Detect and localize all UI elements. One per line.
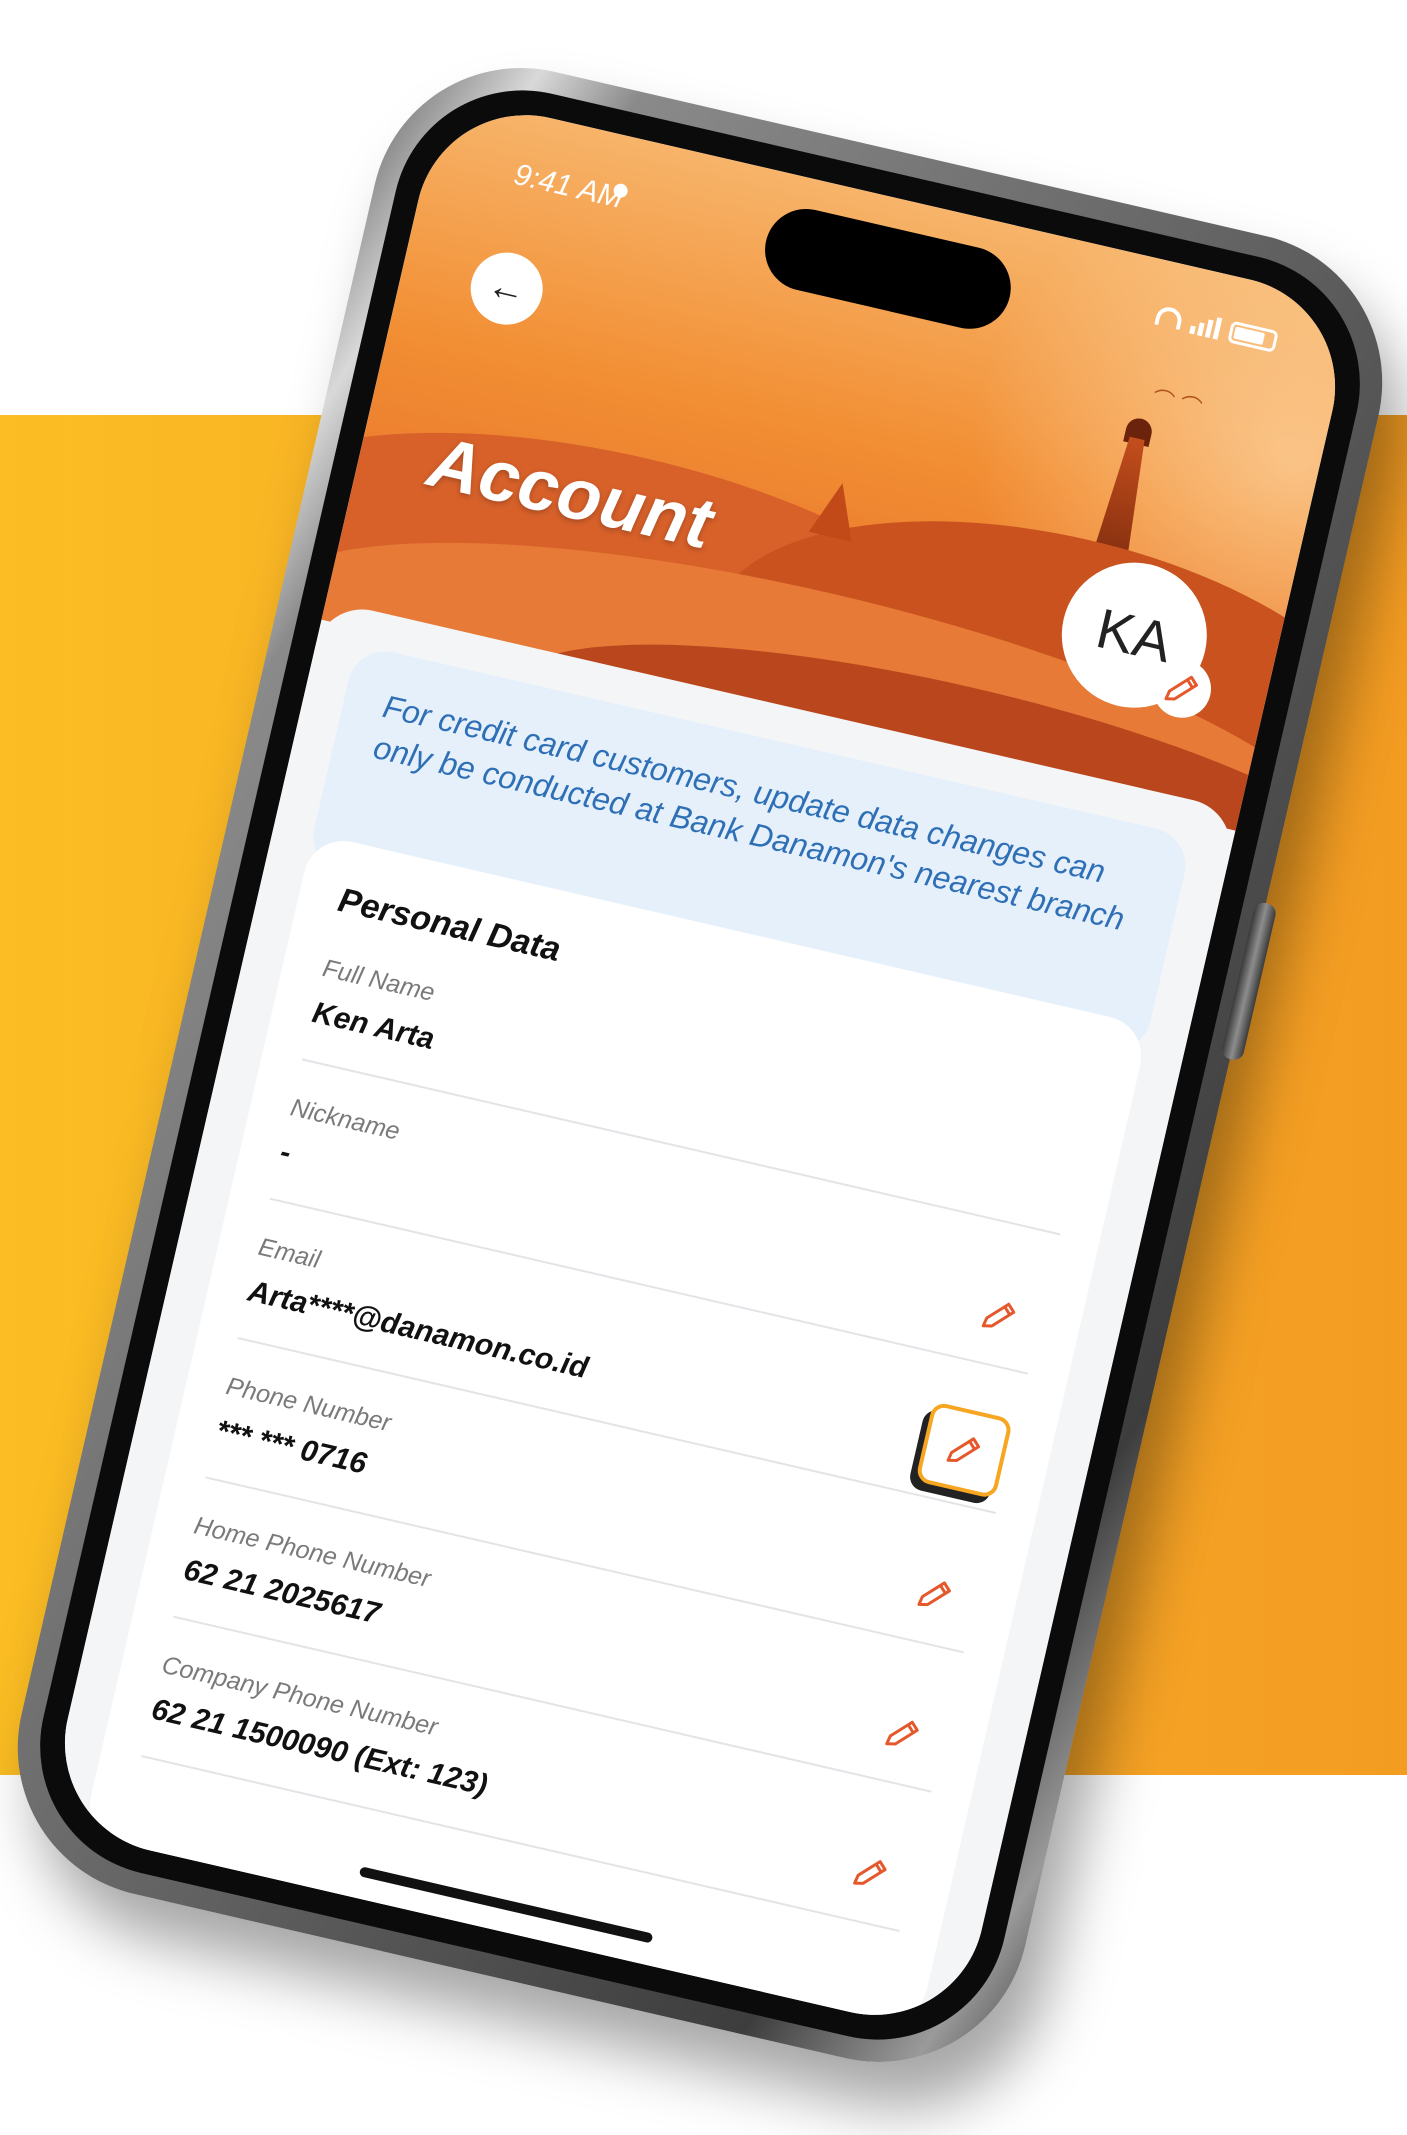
dynamic-island <box>756 200 1019 337</box>
pencil-icon <box>981 1302 1016 1328</box>
phone-device: ⌒ ⌒ 9:41 AM ← Account KA For credit card… <box>0 38 1407 2092</box>
wifi-icon <box>1154 304 1185 331</box>
pencil-icon <box>885 1720 919 1746</box>
personal-data-card: Personal Data Full Name Ken Arta Nicknam… <box>82 833 1150 2028</box>
pencil-icon <box>917 1581 951 1607</box>
avatar-initials: KA <box>1090 596 1178 675</box>
pencil-icon <box>853 1860 887 1885</box>
pencil-icon <box>946 1437 981 1463</box>
status-time: 9:41 AM <box>510 157 627 215</box>
pencil-icon <box>1164 675 1198 701</box>
edit-email-button[interactable] <box>914 1401 1014 1500</box>
arrow-left-icon: ← <box>483 263 531 313</box>
back-button[interactable]: ← <box>463 245 550 332</box>
